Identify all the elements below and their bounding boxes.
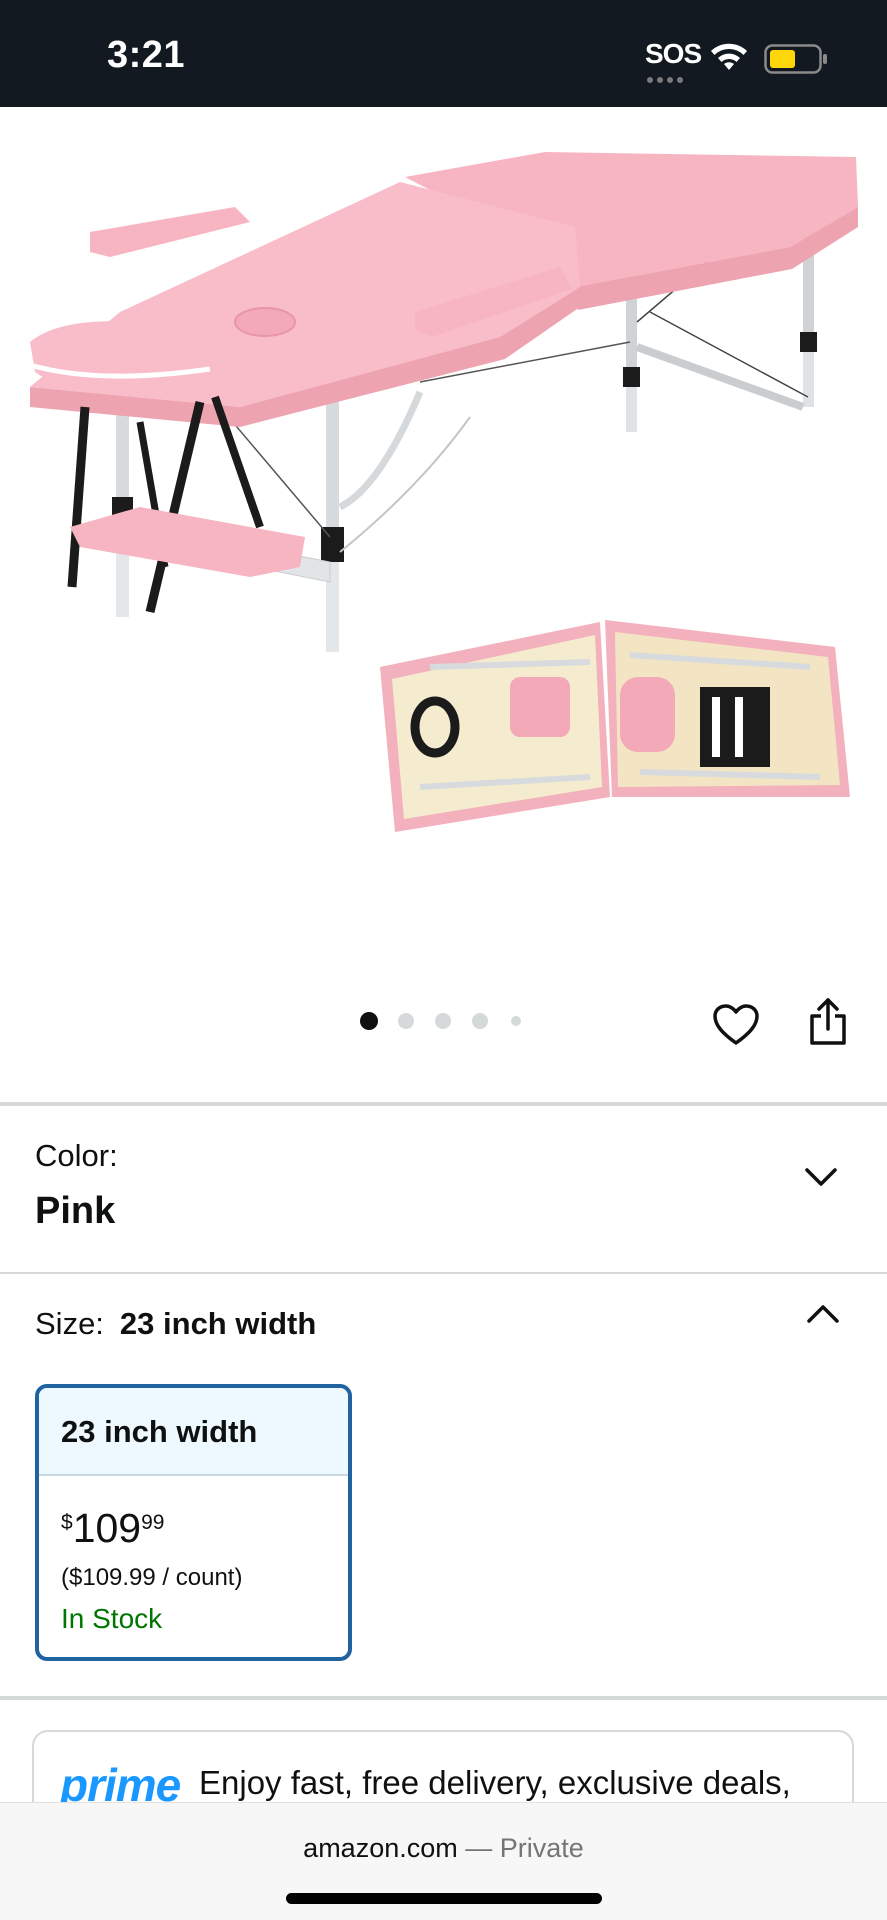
sos-indicator: SOS: [645, 38, 702, 69]
signal-dots-icon: [647, 70, 691, 83]
size-option-name: 23 inch width: [39, 1388, 348, 1476]
price: $10999: [61, 1505, 164, 1552]
private-mode-label: Private: [499, 1833, 584, 1863]
color-label: Color:: [35, 1138, 118, 1173]
color-value: Pink: [35, 1190, 116, 1232]
status-time: 3:21: [107, 34, 186, 76]
divider: [0, 1272, 887, 1274]
share-icon[interactable]: [808, 997, 848, 1047]
massage-table-image: [29, 152, 858, 832]
price-symbol: $: [61, 1511, 73, 1534]
carousel-dot[interactable]: [398, 1013, 414, 1029]
url-separator: —: [457, 1833, 500, 1863]
prime-text: Enjoy fast, free delivery, exclusive dea…: [199, 1764, 791, 1801]
price-whole: 109: [72, 1505, 142, 1551]
carousel-dot[interactable]: [511, 1016, 521, 1026]
screen: 3:21 SOS Color: Pink Size: 23 inch width…: [0, 0, 887, 1920]
battery-icon: [764, 44, 827, 74]
browser-address-bar[interactable]: amazon.com — Private: [0, 1802, 887, 1920]
url-domain: amazon.com: [303, 1833, 458, 1863]
size-value: 23 inch width: [119, 1306, 317, 1341]
url-display[interactable]: amazon.com — Private: [0, 1833, 887, 1864]
divider: [0, 1696, 887, 1700]
carousel-dot-active[interactable]: [360, 1012, 378, 1030]
status-bar: 3:21 SOS: [0, 0, 887, 107]
stock-status: In Stock: [61, 1603, 163, 1634]
heart-icon[interactable]: [712, 1003, 760, 1047]
price-fraction: 99: [141, 1511, 165, 1534]
product-image[interactable]: [0, 107, 887, 937]
wifi-icon: [711, 43, 747, 70]
unit-price: ($109.99 / count): [61, 1564, 243, 1591]
home-indicator[interactable]: [286, 1893, 602, 1904]
carousel-dot[interactable]: [435, 1013, 451, 1029]
size-option-card[interactable]: 23 inch width $10999 ($109.99 / count) I…: [35, 1384, 352, 1661]
size-label: Size:: [35, 1306, 104, 1341]
chevron-down-icon[interactable]: [803, 1165, 839, 1189]
size-row: Size: 23 inch width: [35, 1306, 316, 1342]
chevron-up-icon[interactable]: [805, 1302, 841, 1326]
divider: [0, 1102, 887, 1106]
carousel-dot[interactable]: [472, 1013, 488, 1029]
